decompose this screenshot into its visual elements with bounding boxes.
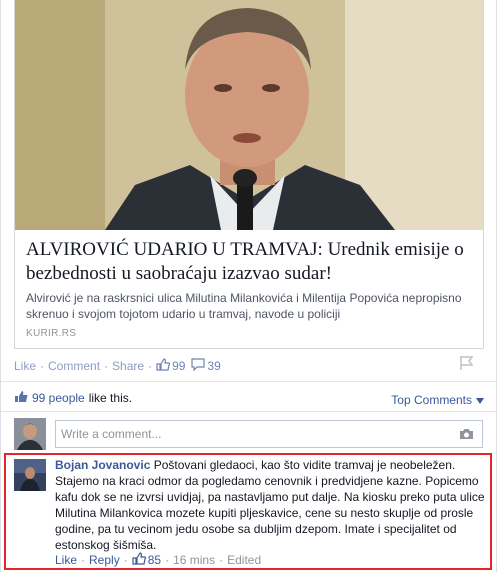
comment-edited-label[interactable]: Edited: [227, 553, 261, 567]
link-preview-card[interactable]: ALVIROVIĆ UDARIO U TRAMVAJ: Urednik emis…: [14, 0, 484, 349]
article-domain: KURIR.RS: [26, 328, 77, 339]
flag-icon[interactable]: [459, 355, 475, 374]
comment-input[interactable]: [56, 421, 456, 447]
separator: ·: [123, 553, 128, 567]
thumbs-up-icon: [156, 358, 171, 374]
camera-icon[interactable]: [459, 428, 474, 443]
comment-bubble-icon: [191, 358, 206, 374]
comment-text: Poštovani gledaoci, kao što vidite tramv…: [55, 458, 485, 552]
comment-meta: Like · Reply · 85 · 16 mins · Edited: [55, 552, 261, 568]
share-link[interactable]: Share: [112, 359, 144, 373]
like-this-text: like this.: [88, 391, 133, 405]
current-user-avatar[interactable]: [14, 418, 46, 450]
chevron-down-icon: [476, 393, 484, 407]
likes-summary: 99 people like this.: [14, 390, 132, 406]
separator: ·: [165, 553, 170, 567]
separator: ·: [40, 359, 45, 373]
comment-body: Bojan Jovanovic Poštovani gledaoci, kao …: [55, 457, 485, 553]
comment-reply-link[interactable]: Reply: [89, 553, 120, 567]
thumbs-up-icon: [132, 552, 146, 568]
separator: ·: [81, 553, 86, 567]
comments-count[interactable]: 39: [207, 359, 220, 373]
divider: [1, 381, 497, 382]
article-headline[interactable]: ALVIROVIĆ UDARIO U TRAMVAJ: Urednik emis…: [26, 238, 478, 286]
comment-author-link[interactable]: Bojan Jovanovic: [55, 458, 150, 472]
separator: ·: [104, 359, 109, 373]
comment-composer[interactable]: [55, 420, 483, 448]
comment-timestamp[interactable]: 16 mins: [173, 553, 215, 567]
article-photo[interactable]: [15, 0, 483, 230]
post-actions: Like · Comment · Share · 99 39: [14, 358, 221, 374]
top-comments-dropdown[interactable]: Top Comments: [391, 393, 484, 407]
divider: [1, 411, 497, 412]
likes-count[interactable]: 99: [172, 359, 185, 373]
like-link[interactable]: Like: [14, 359, 36, 373]
commenter-avatar[interactable]: [14, 459, 46, 491]
thumbs-up-icon: [14, 390, 28, 406]
separator: ·: [219, 553, 224, 567]
top-comments-label: Top Comments: [391, 393, 472, 407]
comment-likes-count[interactable]: 85: [148, 553, 161, 567]
people-count-link[interactable]: 99 people: [32, 391, 85, 405]
comment-link[interactable]: Comment: [48, 359, 100, 373]
facebook-post: ALVIROVIĆ UDARIO U TRAMVAJ: Urednik emis…: [0, 0, 497, 572]
separator: ·: [148, 359, 153, 373]
comment-like-link[interactable]: Like: [55, 553, 77, 567]
article-description[interactable]: Alvirović je na raskrsnici ulica Milutin…: [26, 290, 478, 322]
